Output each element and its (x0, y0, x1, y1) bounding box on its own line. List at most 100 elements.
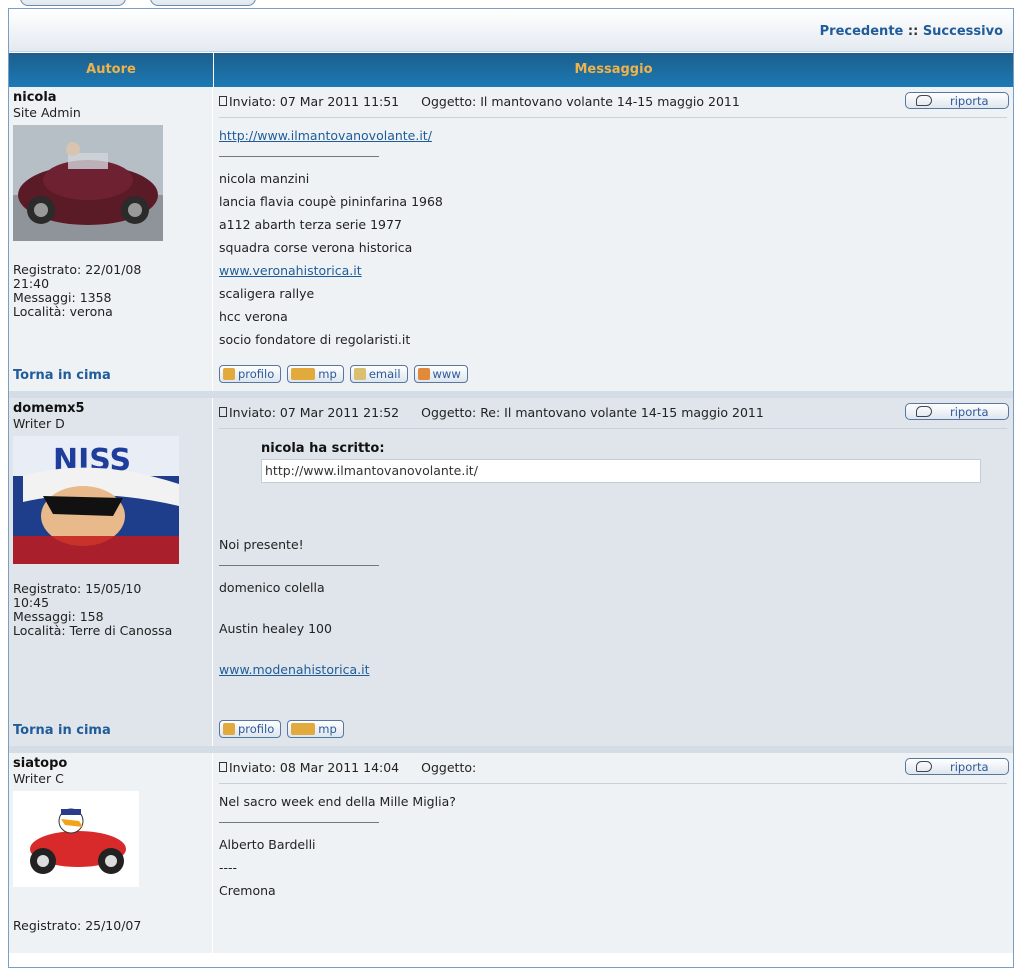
www-button[interactable]: www (413, 365, 468, 383)
quote-text: http://www.ilmantovanovolante.it/ (261, 459, 981, 483)
signature-divider (219, 822, 379, 823)
post-author-panel: nicola Site Admin Registrato: 22/01/08 2… (9, 87, 213, 361)
quote-author: nicola ha scritto: (261, 441, 385, 456)
location-label: Località: (13, 304, 66, 319)
signature-line: lancia flavia coupè pininfarina 1968 (219, 194, 443, 209)
messages-count: 158 (79, 609, 104, 624)
signature-line: domenico colella (219, 580, 325, 595)
email-label: email (368, 367, 401, 381)
top-buttons (0, 0, 300, 8)
sent-label: Inviato: (229, 759, 276, 775)
post-divider (219, 428, 1007, 429)
post-header: Inviato: 07 Mar 2011 11:51 Oggetto: Il m… (219, 91, 1007, 111)
sent-label: Inviato: (229, 404, 276, 420)
post-author-panel: domemx5 Writer D NISS Registrato: 15/05/… (9, 398, 213, 716)
profile-button[interactable]: profilo (219, 365, 282, 383)
messages-label: Messaggi: (13, 290, 76, 305)
location-label: Località: (13, 623, 66, 638)
previous-topic-link[interactable]: Precedente (820, 24, 904, 39)
registered-label: Registrato: (13, 581, 82, 596)
post-subject: Re: Il mantovano volante 14-15 maggio 20… (480, 404, 764, 420)
back-to-top-link[interactable]: Torna in cima (9, 361, 213, 391)
forum-topic: Precedente :: Successivo Autore Messaggi… (8, 8, 1014, 968)
subject-label: Oggetto: (421, 93, 477, 109)
pm-label: mp (318, 367, 337, 381)
message-column-header: Messaggio (574, 62, 653, 77)
signature-line: nicola manzini (219, 171, 310, 186)
registered-date: 22/01/08 (85, 262, 142, 277)
email-icon (353, 368, 366, 380)
nav-separator: :: (907, 24, 919, 39)
post-icon (219, 407, 227, 417)
post-row: domemx5 Writer D NISS Registrato: 15/05/… (9, 398, 1013, 716)
subject-label: Oggetto: (421, 404, 477, 420)
author-name[interactable]: nicola (13, 90, 208, 105)
post-action-buttons: profilo mp email www (213, 361, 1013, 391)
topic-navbar: Precedente :: Successivo (9, 9, 1013, 52)
signature-line: ---- (219, 860, 238, 875)
www-icon (417, 368, 430, 380)
author-info: Registrato: 25/10/07 (13, 919, 208, 933)
profile-button[interactable]: profilo (219, 720, 282, 738)
back-to-top-link[interactable]: Torna in cima (9, 716, 213, 746)
author-name[interactable]: siatopo (13, 756, 208, 771)
post-text: Noi presente! (219, 537, 304, 552)
signature-link[interactable]: www.veronahistorica.it (219, 263, 362, 278)
signature-link[interactable]: www.modenahistorica.it (219, 662, 369, 677)
profile-icon (223, 723, 235, 735)
signature-divider (219, 156, 379, 157)
report-label: riporta (950, 404, 989, 419)
report-button[interactable]: riporta (905, 92, 1009, 109)
author-name[interactable]: domemx5 (13, 401, 208, 416)
post-header: Inviato: 07 Mar 2011 21:52 Oggetto: Re: … (219, 402, 1007, 422)
author-avatar (13, 791, 139, 887)
signature-line: Austin healey 100 (219, 621, 332, 636)
post-separator (9, 746, 1013, 753)
messages-label: Messaggi: (13, 609, 76, 624)
www-label: www (432, 367, 461, 381)
speech-bubble-icon (916, 761, 932, 772)
signature-line: hcc verona (219, 309, 288, 324)
post-date: 07 Mar 2011 21:52 (279, 404, 400, 420)
post-header: Inviato: 08 Mar 2011 14:04 Oggetto: (219, 757, 1007, 777)
registered-label: Registrato: (13, 262, 82, 277)
post-divider (219, 783, 1007, 784)
pm-icon (291, 723, 316, 735)
report-button[interactable]: riporta (905, 758, 1009, 775)
registered-time: 10:45 (13, 595, 50, 610)
author-rank: Writer D (13, 416, 65, 431)
post-footer: Torna in cima profilo mp (9, 716, 1013, 746)
post-body: Inviato: 07 Mar 2011 11:51 Oggetto: Il m… (213, 87, 1013, 361)
signature-line: Alberto Bardelli (219, 837, 316, 852)
sent-label: Inviato: (229, 93, 276, 109)
signature-line: socio fondatore di regolaristi.it (219, 332, 411, 347)
author-info: Registrato: 15/05/10 10:45 Messaggi: 158… (13, 582, 208, 638)
top-button-2[interactable] (150, 0, 256, 6)
post-row: nicola Site Admin Registrato: 22/01/08 2… (9, 87, 1013, 361)
author-info: Registrato: 22/01/08 21:40 Messaggi: 135… (13, 263, 208, 319)
messages-count: 1358 (79, 290, 112, 305)
registered-label: Registrato: (13, 918, 82, 933)
next-topic-link[interactable]: Successivo (923, 24, 1003, 39)
top-button-1[interactable] (20, 0, 126, 6)
post-body: Inviato: 08 Mar 2011 14:04 Oggetto: ripo… (213, 753, 1013, 953)
report-button[interactable]: riporta (905, 403, 1009, 420)
speech-bubble-icon (916, 95, 932, 106)
signature-line: Cremona (219, 883, 276, 898)
profile-label: profilo (238, 367, 275, 381)
author-location: verona (69, 304, 113, 319)
pm-button[interactable]: mp (287, 365, 344, 383)
post-subject: Il mantovano volante 14-15 maggio 2011 (480, 93, 740, 109)
table-header: Autore Messaggio (9, 52, 1013, 87)
registered-time: 21:40 (13, 276, 50, 291)
post-author-panel: siatopo Writer C Registrato: 25/10/07 (9, 753, 213, 953)
post-action-buttons: profilo mp (213, 716, 1013, 746)
author-avatar (13, 125, 163, 241)
email-button[interactable]: email (349, 365, 408, 383)
speech-bubble-icon (916, 406, 932, 417)
post-link[interactable]: http://www.ilmantovanovolante.it/ (219, 128, 432, 143)
pm-button[interactable]: mp (287, 720, 344, 738)
profile-label: profilo (238, 722, 275, 736)
profile-icon (223, 368, 235, 380)
registered-date: 15/05/10 (85, 581, 142, 596)
